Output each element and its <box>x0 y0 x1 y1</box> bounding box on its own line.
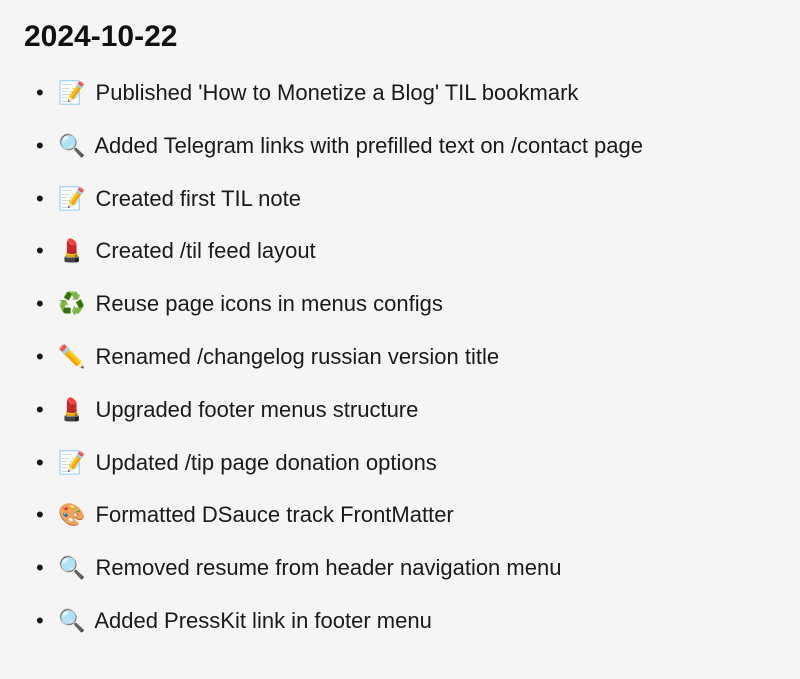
magnifier-icon: 🔍 <box>58 131 85 162</box>
list-item: 📝 Updated /tip page donation options <box>36 448 776 479</box>
list-item-text: Added PressKit link in footer menu <box>94 608 432 633</box>
list-item-text: Upgraded footer menus structure <box>96 397 419 422</box>
memo-icon: 📝 <box>58 78 85 109</box>
memo-icon: 📝 <box>58 448 85 479</box>
list-item: 📝 Created first TIL note <box>36 184 776 215</box>
list-item: ♻️ Reuse page icons in menus configs <box>36 289 776 320</box>
list-item-text: Renamed /changelog russian version title <box>96 344 500 369</box>
list-item-text: Reuse page icons in menus configs <box>96 291 443 316</box>
list-item: 🔍 Added Telegram links with prefilled te… <box>36 131 776 162</box>
magnifier-icon: 🔍 <box>58 606 85 637</box>
date-heading: 2024-10-22 <box>24 20 776 54</box>
list-item: 🔍 Added PressKit link in footer menu <box>36 606 776 637</box>
list-item-text: Created first TIL note <box>96 186 301 211</box>
lipstick-icon: 💄 <box>58 236 85 267</box>
memo-icon: 📝 <box>58 184 85 215</box>
list-item-text: Added Telegram links with prefilled text… <box>94 133 643 158</box>
magnifier-icon: 🔍 <box>58 553 85 584</box>
list-item-text: Formatted DSauce track FrontMatter <box>96 502 454 527</box>
list-item-text: Created /til feed layout <box>96 238 316 263</box>
list-item: 💄 Upgraded footer menus structure <box>36 395 776 426</box>
palette-icon: 🎨 <box>58 500 85 531</box>
list-item-text: Removed resume from header navigation me… <box>96 555 562 580</box>
pencil-icon: ✏️ <box>58 342 85 373</box>
list-item: 🔍 Removed resume from header navigation … <box>36 553 776 584</box>
list-item: 💄 Created /til feed layout <box>36 236 776 267</box>
list-item-text: Updated /tip page donation options <box>96 450 437 475</box>
list-item-text: Published 'How to Monetize a Blog' TIL b… <box>96 80 579 105</box>
lipstick-icon: 💄 <box>58 395 85 426</box>
list-item: ✏️ Renamed /changelog russian version ti… <box>36 342 776 373</box>
changelog-list: 📝 Published 'How to Monetize a Blog' TIL… <box>24 78 776 637</box>
list-item: 📝 Published 'How to Monetize a Blog' TIL… <box>36 78 776 109</box>
recycle-icon: ♻️ <box>58 289 85 320</box>
list-item: 🎨 Formatted DSauce track FrontMatter <box>36 500 776 531</box>
